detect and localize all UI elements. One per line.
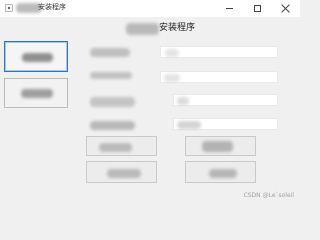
window-controls bbox=[216, 0, 300, 17]
minimize-icon bbox=[226, 8, 233, 9]
left-option-obscured-label bbox=[22, 53, 53, 62]
action-button[interactable] bbox=[86, 136, 157, 156]
minimize-button[interactable] bbox=[216, 0, 244, 17]
text-field[interactable] bbox=[160, 71, 278, 83]
field-obscured-value bbox=[177, 97, 189, 105]
form-label-obscured bbox=[90, 48, 130, 57]
maximize-icon bbox=[254, 5, 261, 12]
field-obscured-value bbox=[165, 49, 179, 57]
text-field[interactable] bbox=[173, 94, 278, 106]
maximize-button[interactable] bbox=[244, 0, 272, 17]
left-option-button-selected[interactable] bbox=[4, 41, 68, 72]
field-obscured-value bbox=[177, 121, 201, 129]
button-obscured-label bbox=[107, 169, 141, 178]
heading-obscured-text bbox=[126, 23, 159, 35]
left-option-obscured-label bbox=[21, 89, 53, 98]
installer-window: 安装程序 安装程序 CSDN @Le`soleil bbox=[0, 0, 300, 203]
text-field[interactable] bbox=[173, 118, 278, 130]
watermark-text: CSDN @Le`soleil bbox=[243, 192, 294, 199]
action-button[interactable] bbox=[185, 161, 256, 183]
close-icon bbox=[281, 4, 290, 13]
form-label-obscured bbox=[90, 97, 135, 107]
form-label-obscured bbox=[90, 72, 132, 79]
text-field[interactable] bbox=[160, 46, 278, 58]
field-obscured-value bbox=[164, 74, 180, 82]
action-button[interactable] bbox=[185, 136, 256, 156]
button-obscured-label bbox=[202, 141, 233, 152]
button-obscured-label bbox=[99, 143, 132, 152]
title-bar: 安装程序 bbox=[0, 0, 300, 17]
close-button[interactable] bbox=[272, 0, 300, 17]
action-button[interactable] bbox=[86, 161, 157, 183]
window-title: 安装程序 bbox=[38, 3, 66, 11]
left-option-button[interactable] bbox=[4, 78, 68, 108]
form-label-obscured bbox=[90, 121, 135, 130]
app-icon bbox=[5, 4, 13, 12]
button-obscured-label bbox=[209, 169, 237, 178]
page-title: 安装程序 bbox=[159, 23, 196, 33]
